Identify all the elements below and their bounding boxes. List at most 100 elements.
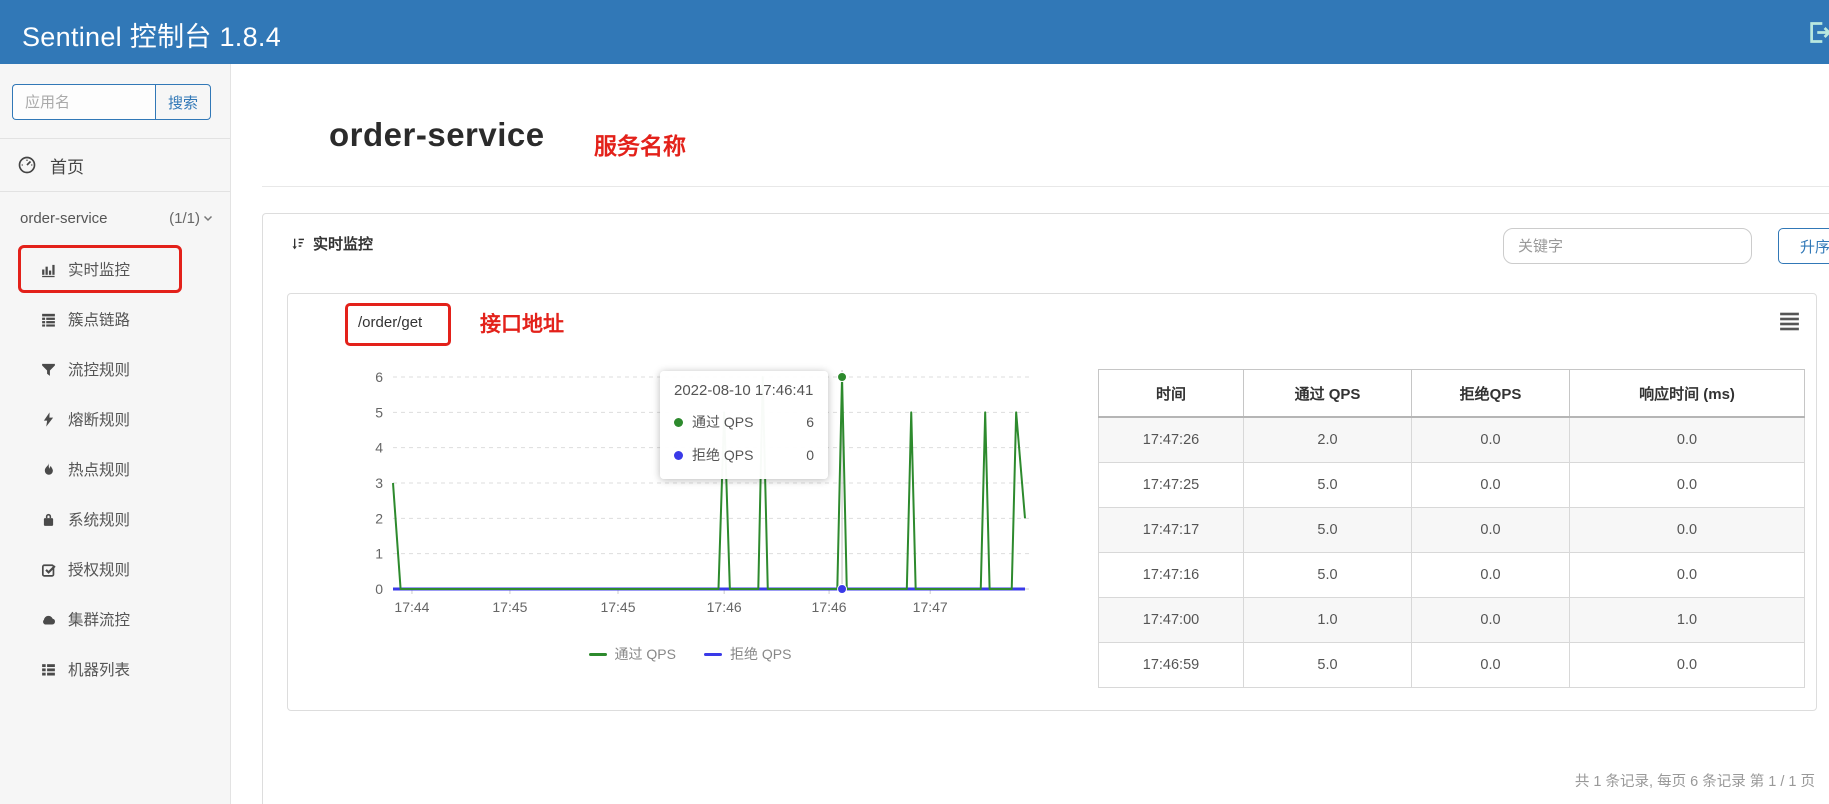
page-title: order-service: [329, 116, 545, 154]
sidebar-item-cluster-flow[interactable]: 集群流控: [0, 594, 230, 644]
sidebar-item-authority-rules[interactable]: 授权规则: [0, 544, 230, 594]
table-cell: 5.0: [1244, 508, 1412, 553]
table-row: 17:47:001.00.01.0: [1099, 598, 1805, 643]
endpoint-label: /order/get: [358, 314, 422, 331]
table-cell: 1.0: [1244, 598, 1412, 643]
table-row: 17:47:262.00.00.0: [1099, 417, 1805, 463]
sidebar: 搜索 首页 order-service (1/1) 实时监控簇点链路流控规则熔断…: [0, 64, 231, 804]
sidebar-item-label: 集群流控: [68, 608, 130, 630]
chevron-down-icon: [202, 212, 214, 224]
sidebar-item-degrade-rules[interactable]: 熔断规则: [0, 394, 230, 444]
home-label: 首页: [50, 153, 84, 178]
table-cell: 0.0: [1412, 643, 1570, 688]
svg-text:4: 4: [375, 440, 383, 456]
table-row: 17:47:165.00.00.0: [1099, 553, 1805, 598]
table-cell: 1.0: [1570, 598, 1805, 643]
annotation-service-name: 服务名称: [594, 127, 686, 161]
legend-dash-icon: [704, 653, 722, 656]
table-header-cell: 通过 QPS: [1244, 370, 1412, 418]
svg-text:3: 3: [375, 475, 383, 491]
sidebar-item-hotspot-rules[interactable]: 热点规则: [0, 444, 230, 494]
table-cell: 2.0: [1244, 417, 1412, 463]
table-cell: 0.0: [1412, 463, 1570, 508]
cloud-icon: [40, 611, 57, 628]
list-icon: [40, 661, 57, 678]
table-cell: 0.0: [1570, 463, 1805, 508]
svg-text:0: 0: [375, 581, 383, 597]
legend-label: 通过 QPS: [615, 644, 676, 664]
annotation-endpoint-address: 接口地址: [480, 308, 564, 338]
sidebar-item-system-rules[interactable]: 系统规则: [0, 494, 230, 544]
table-row: 17:47:255.00.00.0: [1099, 463, 1805, 508]
app-count-label: (1/1): [169, 210, 200, 227]
table-cell: 17:46:59: [1099, 643, 1244, 688]
sidebar-item-label: 流控规则: [68, 358, 130, 380]
bar-chart-icon: [40, 261, 57, 278]
table-cell: 0.0: [1412, 553, 1570, 598]
svg-text:17:46: 17:46: [707, 599, 742, 615]
table-cell: 0.0: [1412, 508, 1570, 553]
svg-text:5: 5: [375, 404, 383, 420]
sidebar-item-home[interactable]: 首页: [0, 139, 230, 191]
sidebar-item-cluster-link[interactable]: 簇点链路: [0, 294, 230, 344]
svg-text:17:45: 17:45: [600, 599, 635, 615]
divider: [262, 186, 1829, 187]
tooltip-series-label: 拒绝 QPS: [692, 445, 798, 465]
logout-icon[interactable]: [1806, 19, 1829, 46]
check-square-icon: [40, 561, 57, 578]
sort-ascending-button[interactable]: 升序: [1778, 228, 1829, 264]
fire-icon: [40, 461, 57, 478]
chart-legend: 通过 QPS 拒绝 QPS: [430, 644, 950, 664]
chart-tooltip: 2022-08-10 17:46:41 通过 QPS 6 拒绝 QPS 0: [660, 371, 828, 479]
keyword-input[interactable]: [1503, 228, 1752, 264]
app-search-button[interactable]: 搜索: [155, 84, 211, 120]
funnel-icon: [40, 361, 57, 378]
app-title: Sentinel 控制台 1.8.4: [22, 15, 281, 54]
tooltip-row: 通过 QPS 6: [674, 412, 814, 432]
svg-text:2: 2: [375, 510, 383, 526]
sidebar-item-label: 簇点链路: [68, 308, 130, 330]
table-row: 17:47:175.00.00.0: [1099, 508, 1805, 553]
table-cell: 5.0: [1244, 643, 1412, 688]
table-cell: 0.0: [1570, 508, 1805, 553]
table-cell: 0.0: [1412, 417, 1570, 463]
table-header-cell: 时间: [1099, 370, 1244, 418]
legend-dash-icon: [589, 653, 607, 656]
sidebar-app-toggle[interactable]: order-service (1/1): [0, 192, 230, 244]
app-search-group: 搜索: [12, 84, 211, 120]
legend-label: 拒绝 QPS: [730, 644, 791, 664]
sidebar-item-label: 授权规则: [68, 558, 130, 580]
gauge-icon: [17, 155, 37, 175]
tooltip-row: 拒绝 QPS 0: [674, 445, 814, 465]
table-cell: 0.0: [1570, 417, 1805, 463]
table-cell: 17:47:16: [1099, 553, 1244, 598]
pagination-summary: 共 1 条记录, 每页 6 条记录 第 1 / 1 页: [1300, 770, 1815, 791]
series-dot-icon: [674, 418, 683, 427]
table-cell: 17:47:00: [1099, 598, 1244, 643]
table-row: 17:46:595.00.00.0: [1099, 643, 1805, 688]
legend-item-block-qps[interactable]: 拒绝 QPS: [704, 644, 791, 664]
legend-item-pass-qps[interactable]: 通过 QPS: [589, 644, 676, 664]
panel-title: 实时监控: [290, 233, 373, 254]
table-header-cell: 响应时间 (ms): [1570, 370, 1805, 418]
top-navbar: Sentinel 控制台 1.8.4: [0, 0, 1829, 64]
svg-text:17:44: 17:44: [394, 599, 429, 615]
sidebar-item-label: 系统规则: [68, 508, 130, 530]
tooltip-timestamp: 2022-08-10 17:46:41: [674, 382, 814, 399]
sidebar-item-label: 机器列表: [68, 658, 130, 680]
chart-menu-icon[interactable]: [1777, 308, 1802, 333]
bolt-icon: [40, 411, 57, 428]
svg-text:17:46: 17:46: [812, 599, 847, 615]
tooltip-series-value: 6: [806, 414, 814, 430]
app-search-input[interactable]: [12, 84, 155, 120]
table-cell: 5.0: [1244, 463, 1412, 508]
tooltip-series-label: 通过 QPS: [692, 412, 798, 432]
tooltip-series-value: 0: [806, 447, 814, 463]
sidebar-item-label: 熔断规则: [68, 408, 130, 430]
sidebar-item-flow-rules[interactable]: 流控规则: [0, 344, 230, 394]
sidebar-item-machine-list[interactable]: 机器列表: [0, 644, 230, 694]
sidebar-item-realtime-monitor[interactable]: 实时监控: [0, 244, 230, 294]
svg-text:17:47: 17:47: [913, 599, 948, 615]
table-icon: [40, 311, 57, 328]
panel-title-label: 实时监控: [313, 233, 373, 254]
